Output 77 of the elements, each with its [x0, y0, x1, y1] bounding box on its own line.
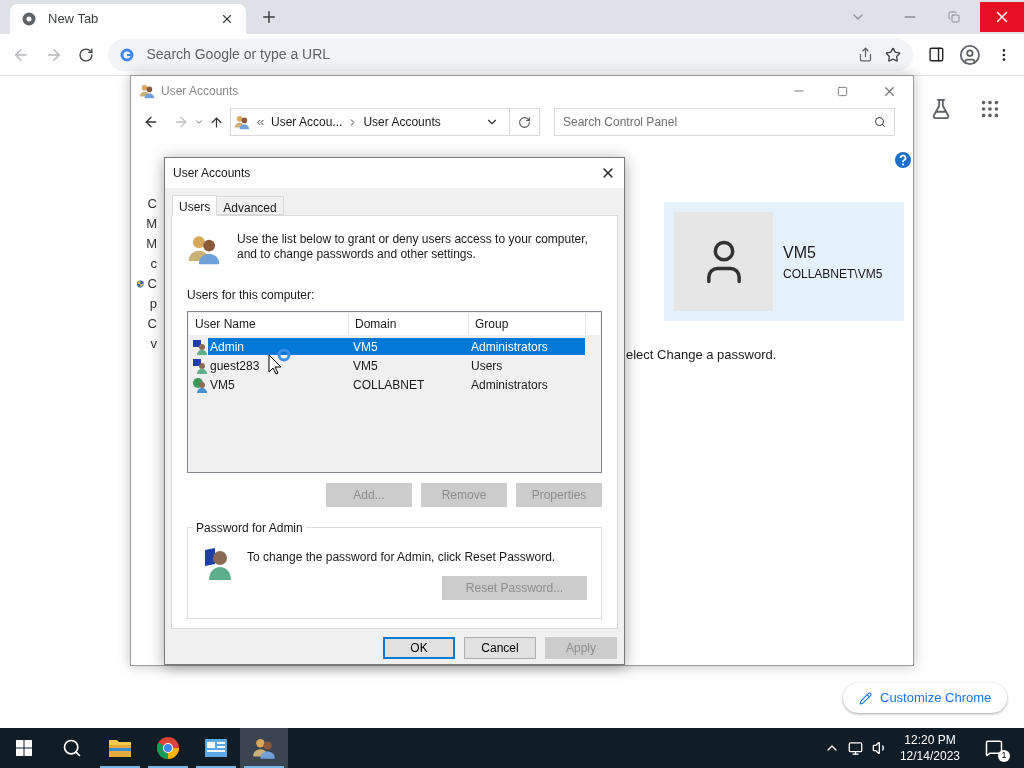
column-header[interactable]: Group — [469, 313, 586, 335]
recent-pages-icon[interactable] — [194, 117, 204, 127]
windows-logo-icon — [16, 740, 32, 756]
refresh-icon — [518, 115, 531, 129]
back-icon[interactable] — [143, 114, 159, 130]
intro-text: Use the list below to grant or deny users access to your computer, and to change passwords and other settings. — [237, 232, 589, 263]
password-text: To change the password for Admin, click Reset Password. — [247, 549, 556, 566]
address-placeholder: Search Google or type a URL — [146, 45, 332, 64]
page-text: C — [147, 194, 157, 213]
folder-icon — [108, 738, 132, 758]
column-header[interactable]: User Name — [189, 313, 349, 335]
new-tab-icon[interactable] — [260, 8, 278, 26]
search-icon — [62, 738, 82, 758]
column-header[interactable]: Domain — [349, 313, 469, 335]
user-name-cell-text: VM5 — [210, 376, 235, 394]
page-text: elect Change a password. — [626, 346, 777, 364]
location-users-icon — [234, 114, 250, 130]
domain-cell-text: COLLABNET — [353, 376, 426, 394]
customize-chrome-button[interactable]: Customize Chrome — [843, 683, 1008, 713]
page-text: M — [146, 214, 157, 233]
users-icon — [252, 736, 276, 760]
page-text: c — [150, 254, 157, 273]
user-computer-icon — [191, 338, 208, 355]
user-name-cell-text: Admin — [210, 338, 244, 356]
dialog-button[interactable]: Cancel — [464, 637, 536, 659]
group-cell-text: Administrators — [471, 376, 549, 394]
user-globe-icon — [191, 376, 208, 393]
search-engine-icon — [120, 47, 135, 62]
account-domain: COLLABNET\VM5 — [783, 265, 883, 283]
page-text: M — [146, 234, 157, 253]
reload-icon[interactable] — [77, 46, 94, 63]
user-row[interactable]: guest283 VM5 Users — [188, 356, 601, 375]
share-icon[interactable] — [857, 47, 873, 62]
window-title: User Accounts — [161, 83, 240, 100]
address-bar[interactable]: Search Google or type a URL — [108, 38, 913, 71]
profile-icon[interactable] — [959, 43, 982, 66]
side-panel-icon[interactable] — [927, 46, 945, 63]
user-computer-icon — [191, 357, 208, 374]
maximize-icon[interactable] — [837, 85, 848, 97]
address-box[interactable]: User Accou... User Accounts — [230, 108, 540, 136]
notification-count: 1 — [998, 750, 1010, 762]
breadcrumb-item[interactable]: User Accou... — [271, 113, 343, 131]
search-field[interactable]: Search Control Panel — [554, 108, 895, 136]
dialog-tab[interactable]: Advanced — [217, 196, 284, 215]
search-icon — [874, 116, 886, 128]
page-text: v — [150, 334, 157, 353]
network-icon[interactable] — [847, 740, 863, 756]
dialog-tab[interactable]: Users — [172, 195, 218, 216]
control-panel-icon — [204, 738, 228, 758]
user-row[interactable]: VM5 COLLABNET Administrators — [188, 375, 601, 394]
page-text: C — [147, 274, 157, 293]
tab-title: New Tab — [48, 10, 100, 29]
page-text: C — [147, 314, 157, 333]
dialog-title: User Accounts — [173, 165, 252, 182]
group-cell-text: Users — [471, 357, 504, 375]
close-icon[interactable] — [220, 12, 234, 26]
busy-cursor-icon — [268, 347, 292, 375]
domain-cell-text: VM5 — [353, 338, 379, 356]
group-cell-text: Administrators — [471, 338, 549, 356]
help-icon[interactable] — [895, 152, 911, 168]
browser-tab[interactable]: New Tab — [10, 4, 246, 34]
domain-cell-text: VM5 — [353, 357, 379, 375]
user-name-cell-text: guest283 — [210, 357, 260, 375]
browser-logo-icon — [156, 736, 180, 760]
apps-grid-icon[interactable] — [979, 98, 1001, 120]
window-users-icon — [139, 83, 155, 99]
page-text: p — [149, 294, 157, 313]
account-card[interactable]: VM5 COLLABNET\VM5 — [664, 202, 904, 321]
account-name: VM5 — [783, 242, 817, 263]
clock[interactable]: 12:20 PM 12/14/2023 — [899, 732, 960, 764]
up-icon[interactable] — [209, 114, 224, 130]
bookmark-star-icon[interactable] — [884, 46, 901, 63]
flask-icon[interactable] — [930, 98, 952, 120]
pencil-icon — [859, 691, 872, 705]
breadcrumb-item[interactable]: User Accounts — [363, 113, 441, 131]
list-label: Users for this computer: — [187, 287, 316, 304]
dialog-button[interactable]: OK — [383, 637, 455, 659]
